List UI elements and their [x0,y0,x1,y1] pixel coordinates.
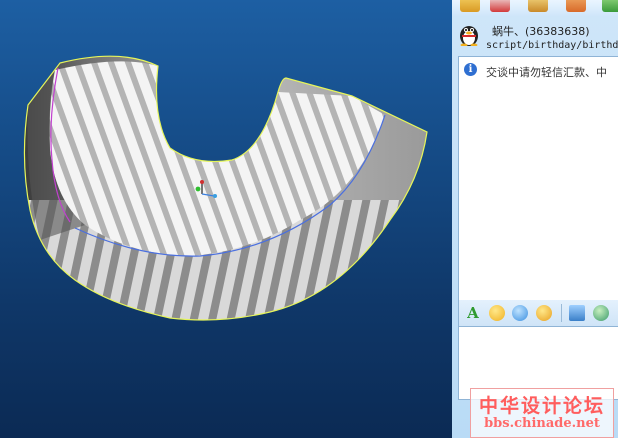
contact-signature-url[interactable]: script/birthday/birthday [486,40,618,51]
music-icon[interactable] [593,305,609,321]
info-icon: i [464,63,477,76]
emoji-icon[interactable] [489,305,505,321]
cad-viewport[interactable] [0,0,452,438]
screenshot-icon[interactable] [569,305,585,321]
chat-header: 蜗牛、(36383638) script/birthday/birthday [452,16,618,56]
qq-penguin-icon[interactable] [458,22,480,46]
chat-window: 蜗牛、(36383638) script/birthday/birthday i… [452,0,618,438]
video-icon[interactable] [566,0,586,12]
forum-watermark: 中华设计论坛 bbs.chinade.net [470,388,614,438]
profile-icon[interactable] [490,0,510,12]
edit-icon[interactable] [460,0,480,12]
contact-name: 蜗牛、(36383638) [492,25,590,38]
chat-toolbar [452,0,618,16]
magic-emoji-icon[interactable] [512,305,528,321]
watermark-url: bbs.chinade.net [484,416,600,431]
security-notice: 交谈中请勿轻信汇款、中 [486,66,607,79]
emoji-toolbar: A [458,300,618,326]
file-transfer-icon[interactable] [528,0,548,12]
cad-3d-model[interactable] [0,0,452,438]
watermark-title: 中华设计论坛 [478,395,605,417]
toolbar-divider [561,304,562,322]
app-icon[interactable] [602,0,618,12]
message-history[interactable]: i 交谈中请勿轻信汇款、中 [458,56,618,302]
font-icon[interactable]: A [465,305,481,321]
wink-icon[interactable] [536,305,552,321]
